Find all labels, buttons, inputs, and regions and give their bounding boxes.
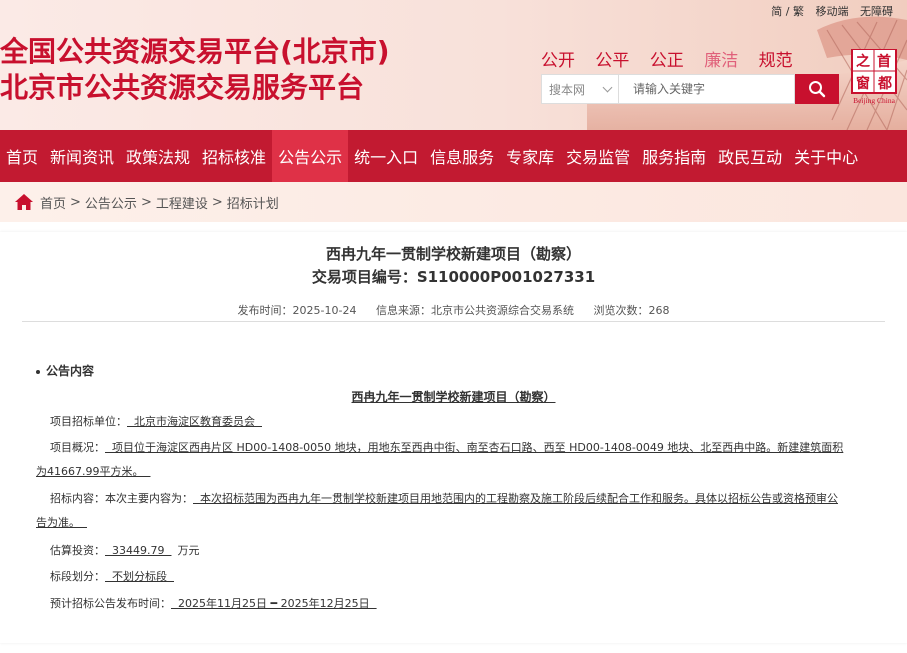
site-title-line2: 北京市公共资源交易服务平台 xyxy=(0,71,365,104)
row-overview: 项目概况： 项目位于海淀区西冉片区 HD00-1408-0050 地块，用地东至… xyxy=(50,440,843,456)
site-header: 简 / 繁 移动端 无障碍 全国公共资源交易平台(北京市) 北京市公共资源交易服… xyxy=(0,0,907,130)
tender-unit-value: 北京市海淀区教育委员会 xyxy=(127,415,262,428)
accessibility-link[interactable]: 无障碍 xyxy=(860,5,893,18)
search-button[interactable] xyxy=(795,74,839,104)
nav-item-info-service[interactable]: 信息服务 xyxy=(424,130,500,182)
row-plan-time: 预计招标公告发布时间： 2025年11月25日 ━ 2025年12月25日 xyxy=(50,596,377,612)
sections-value: 不划分标段 xyxy=(105,570,174,583)
search-scope-value: 搜本网 xyxy=(549,82,586,97)
row-sections: 标段划分： 不划分标段 xyxy=(50,569,174,585)
slogan-gongzheng: 公正 xyxy=(649,51,684,71)
overview-line2: 为41667.99平方米。 xyxy=(36,465,151,478)
breadcrumb-separator: > xyxy=(211,194,223,210)
home-icon xyxy=(15,194,33,210)
breadcrumb-separator: > xyxy=(140,194,152,210)
plan-time-label: 预计招标公告发布时间： xyxy=(50,597,171,610)
chevron-down-icon xyxy=(602,82,613,93)
search-bar: 搜本网 xyxy=(541,74,839,104)
logo-char-chuang: 窗 xyxy=(856,75,870,92)
capital-window-logo[interactable]: 首 都 之 窗 Beijing China xyxy=(849,49,899,105)
slogans: 公开 公平 公正 廉洁 规范 xyxy=(541,46,808,71)
publish-time: 发布时间：2025-10-24 xyxy=(237,304,357,317)
view-count: 浏览次数：268 xyxy=(593,304,670,317)
article-meta: 发布时间：2025-10-24 信息来源：北京市公共资源综合交易系统 浏览次数：… xyxy=(0,302,907,318)
investment-value: 33449.79 xyxy=(105,544,172,557)
nav-item-news[interactable]: 新闻资讯 xyxy=(44,130,120,182)
overview-line1: 项目位于海淀区西冉片区 HD00-1408-0050 地块，用地东至西冉中街、南… xyxy=(105,441,844,454)
sections-label: 标段划分： xyxy=(50,570,105,583)
section-title: 公告内容 xyxy=(46,364,95,378)
nav-item-home[interactable]: 首页 xyxy=(0,130,44,182)
breadcrumb-separator: > xyxy=(70,194,81,210)
nav-item-policy[interactable]: 政策法规 xyxy=(120,130,196,182)
slogan-gongping: 公平 xyxy=(595,51,630,71)
breadcrumb-home[interactable]: 首页 xyxy=(40,193,66,212)
logo-char-zhi: 之 xyxy=(856,53,870,70)
nav-item-experts[interactable]: 专家库 xyxy=(500,130,560,182)
mobile-link[interactable]: 移动端 xyxy=(816,5,849,18)
row-tender-unit: 项目招标单位： 北京市海淀区教育委员会 xyxy=(50,414,262,430)
search-icon xyxy=(809,81,826,98)
section-heading: 公告内容 xyxy=(36,362,94,379)
row-scope-cont: 告为准。 xyxy=(36,515,87,531)
content-area: 西冉九年一贯制学校新建项目（勘察） 交易项目编号：S110000P0010273… xyxy=(0,222,907,643)
nav-item-about[interactable]: 关于中心 xyxy=(788,130,864,182)
article-project-code: 交易项目编号：S110000P001027331 xyxy=(311,268,596,286)
tender-unit-label: 项目招标单位： xyxy=(50,415,127,428)
lang-switch-link[interactable]: 简 / 繁 xyxy=(771,5,804,18)
row-overview-cont: 为41667.99平方米。 xyxy=(36,464,150,480)
breadcrumb-announcements[interactable]: 公告公示 xyxy=(85,193,137,212)
info-source: 信息来源：北京市公共资源综合交易系统 xyxy=(375,304,574,317)
site-title-line1: 全国公共资源交易平台(北京市) xyxy=(0,35,390,68)
slogan-lianjie: 廉洁 xyxy=(704,51,739,71)
nav-item-interaction[interactable]: 政民互动 xyxy=(712,130,788,182)
search-input[interactable] xyxy=(619,74,795,104)
content-title: 西冉九年一贯制学校新建项目（勘察） xyxy=(351,390,556,404)
utility-links: 简 / 繁 移动端 无障碍 xyxy=(763,3,893,19)
row-scope: 招标内容：本次主要内容为： 本次招标范围为西冉九年一贯制学校新建项目用地范围内的… xyxy=(50,491,838,507)
bullet-icon xyxy=(36,369,40,374)
nav-item-tender-approval[interactable]: 招标核准 xyxy=(196,130,272,182)
nav-item-guide[interactable]: 服务指南 xyxy=(636,130,712,182)
breadcrumb-tender-plan[interactable]: 招标计划 xyxy=(227,193,279,212)
logo-caption: Beijing China xyxy=(853,96,896,105)
logo-char-dou: 都 xyxy=(877,76,892,92)
nav-item-announcements[interactable]: 公告公示 xyxy=(272,130,349,182)
slogan-gongkai: 公开 xyxy=(541,51,575,71)
investment-label: 估算投资： xyxy=(50,544,105,557)
investment-unit: 万元 xyxy=(177,544,200,557)
plan-time-value: 2025年11月25日 ━ 2025年12月25日 xyxy=(171,597,377,610)
nav-item-supervision[interactable]: 交易监管 xyxy=(560,130,636,182)
scope-line1: 本次招标范围为西冉九年一贯制学校新建项目用地范围内的工程勘察及施工阶段后续配合工… xyxy=(193,492,838,505)
divider xyxy=(22,321,885,322)
scope-line2: 告为准。 xyxy=(36,516,87,529)
breadcrumb-engineering[interactable]: 工程建设 xyxy=(156,193,208,212)
article-panel: 西冉九年一贯制学校新建项目（勘察） 交易项目编号：S110000P0010273… xyxy=(0,232,907,643)
scope-label: 招标内容：本次主要内容为： xyxy=(50,492,193,505)
overview-label: 项目概况： xyxy=(50,441,105,454)
logo-char-shou: 首 xyxy=(877,53,891,70)
row-investment: 估算投资： 33449.79 万元 xyxy=(50,543,199,559)
article-title: 西冉九年一贯制学校新建项目（勘察） xyxy=(325,245,581,263)
main-nav: 首页 新闻资讯 政策法规 招标核准 公告公示 统一入口 信息服务 专家库 交易监… xyxy=(0,130,907,182)
slogan-guifan: 规范 xyxy=(758,51,793,71)
breadcrumb: 首页 > 公告公示 > 工程建设 > 招标计划 xyxy=(0,182,907,222)
search-scope-select[interactable]: 搜本网 xyxy=(541,74,619,104)
nav-item-unified-entry[interactable]: 统一入口 xyxy=(348,130,424,182)
